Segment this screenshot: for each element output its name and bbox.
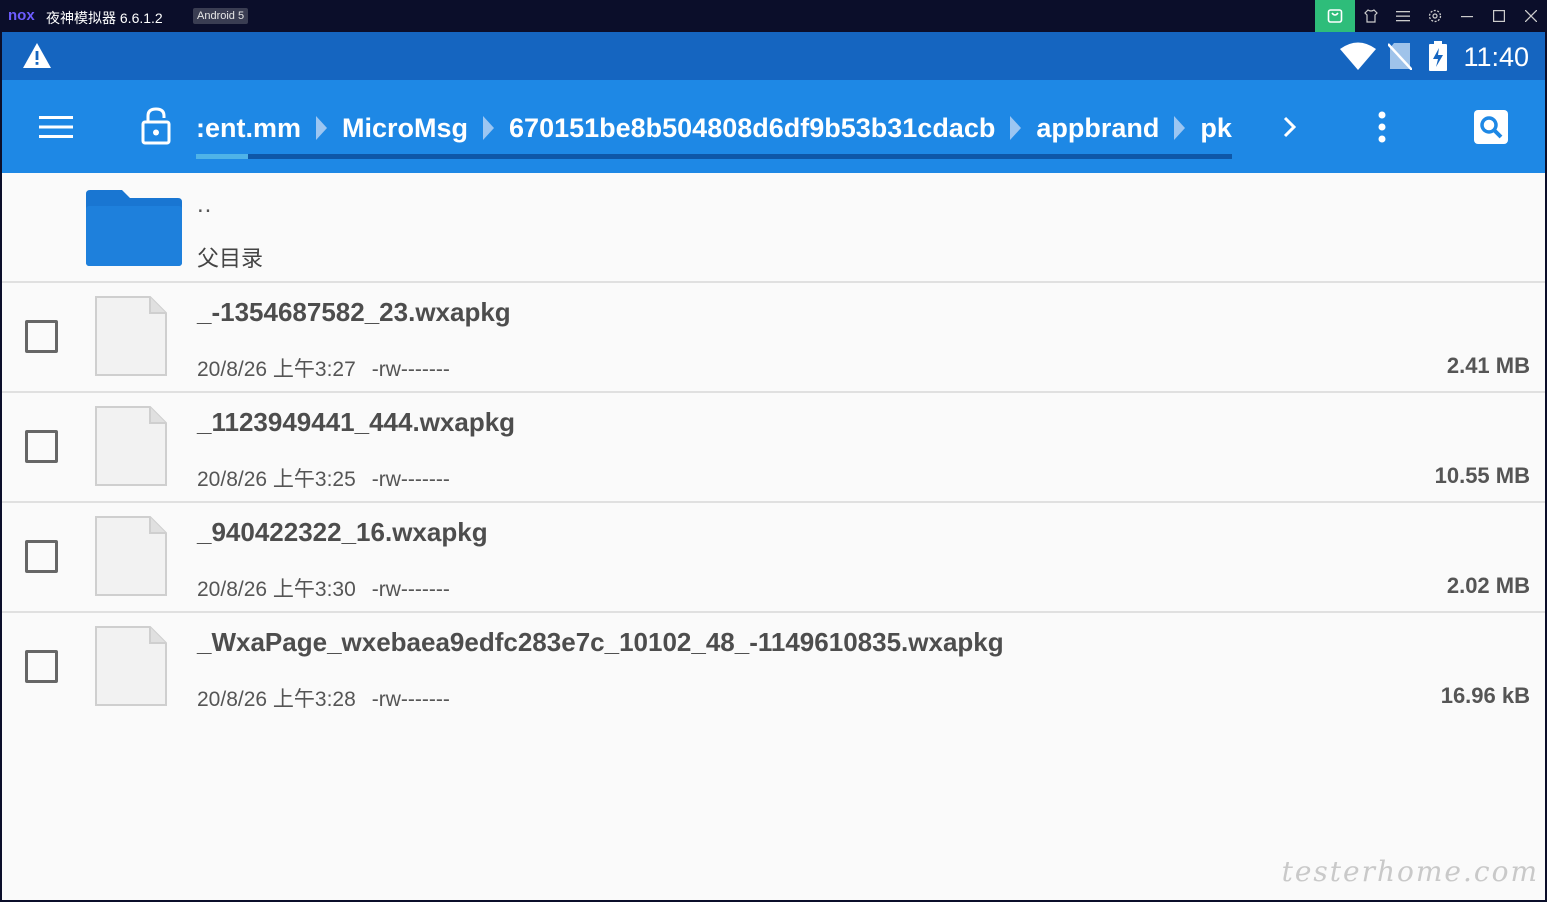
status-clock: 11:40 (1463, 42, 1529, 72)
folder-icon (86, 190, 182, 266)
maximize-button[interactable] (1483, 0, 1515, 32)
nox-logo: nox (8, 7, 35, 24)
file-row[interactable]: _-1354687582_23.wxapkg 20/8/26 上午3:27 -rw… (2, 283, 1545, 393)
android-screen: 11:40 :ent.mm MicroMsg 670151be8b504808d… (2, 32, 1545, 900)
close-icon (1525, 10, 1537, 22)
file-meta: 20/8/26 上午3:28 -rw------- (197, 683, 450, 713)
breadcrumb-separator-icon (1174, 116, 1186, 140)
breadcrumb-separator-icon (1010, 116, 1022, 140)
file-checkbox[interactable] (25, 320, 58, 353)
watermark: testerhome.com (1281, 855, 1539, 888)
file-name: _-1354687582_23.wxapkg (197, 297, 511, 327)
search-button[interactable] (1474, 110, 1508, 144)
breadcrumb-scroll-thumb[interactable] (196, 154, 248, 159)
file-permissions: -rw------- (371, 578, 450, 601)
gear-icon (1428, 9, 1442, 23)
file-permissions: -rw------- (371, 688, 450, 711)
emulator-title-bar: nox 夜神模拟器 6.6.1.2 Android 5 (0, 0, 1547, 32)
parent-directory-label: 父目录 (197, 246, 264, 271)
menu-icon (1396, 11, 1410, 22)
unlock-icon (141, 107, 171, 145)
no-sim-icon (1388, 43, 1412, 70)
file-date: 20/8/26 上午3:25 (197, 468, 356, 491)
shopping-bag-icon (1327, 9, 1343, 23)
warning-icon (23, 43, 51, 68)
file-size: 2.41 MB (1446, 353, 1530, 378)
file-permissions: -rw------- (371, 468, 450, 491)
file-row[interactable]: _WxaPage_wxebaea9edfc283e7c_10102_48_-11… (2, 613, 1545, 723)
breadcrumb-item[interactable]: appbrand (1036, 113, 1159, 144)
breadcrumb-item[interactable]: :ent.mm (196, 113, 301, 144)
file-permissions: -rw------- (371, 358, 450, 381)
file-name: _940422322_16.wxapkg (197, 517, 488, 547)
file-row[interactable]: _940422322_16.wxapkg 20/8/26 上午3:30 -rw--… (2, 503, 1545, 613)
file-icon (95, 626, 167, 706)
drawer-menu-button[interactable] (38, 113, 74, 141)
file-name: _WxaPage_wxebaea9edfc283e7c_10102_48_-11… (197, 627, 1004, 657)
breadcrumb-item[interactable]: 670151be8b504808d6df9b53b31cdacb (509, 113, 995, 144)
settings-button[interactable] (1419, 0, 1451, 32)
file-date: 20/8/26 上午3:30 (197, 578, 356, 601)
file-icon (95, 406, 167, 486)
search-icon (1474, 110, 1508, 144)
file-meta: 20/8/26 上午3:25 -rw------- (197, 463, 450, 493)
file-size: 10.55 MB (1434, 463, 1530, 488)
file-list: .. 父目录 _-1354687582_23.wxapkg 20/8/26 上午… (2, 173, 1545, 723)
app-store-button[interactable] (1315, 0, 1355, 32)
maximize-icon (1493, 10, 1505, 22)
parent-directory-row[interactable]: .. 父目录 (2, 173, 1545, 283)
android-version-badge: Android 5 (193, 8, 249, 24)
minimize-icon (1461, 16, 1473, 18)
file-date: 20/8/26 上午3:27 (197, 358, 356, 381)
file-date: 20/8/26 上午3:28 (197, 688, 356, 711)
file-icon (95, 296, 167, 376)
file-checkbox[interactable] (25, 540, 58, 573)
menu-button[interactable] (1387, 0, 1419, 32)
file-size: 16.96 kB (1440, 683, 1530, 708)
hamburger-icon (39, 116, 73, 138)
breadcrumb-forward-button[interactable] (1278, 112, 1302, 142)
root-access-button[interactable] (140, 106, 172, 146)
file-name: _1123949441_444.wxapkg (197, 407, 516, 437)
file-meta: 20/8/26 上午3:30 -rw------- (197, 573, 450, 603)
breadcrumb-item[interactable]: MicroMsg (342, 113, 468, 144)
more-vertical-icon (1378, 111, 1386, 143)
breadcrumb-separator-icon (316, 116, 328, 140)
chevron-right-icon (1283, 116, 1297, 138)
file-row[interactable]: _1123949441_444.wxapkg 20/8/26 上午3:25 -rw… (2, 393, 1545, 503)
file-meta: 20/8/26 上午3:27 -rw------- (197, 353, 450, 383)
shirt-icon (1364, 9, 1378, 23)
breadcrumb-item-current[interactable]: pkg (1200, 113, 1232, 144)
file-checkbox[interactable] (25, 430, 58, 463)
file-size: 2.02 MB (1446, 573, 1530, 598)
breadcrumb: :ent.mm MicroMsg 670151be8b504808d6df9b5… (196, 110, 1232, 146)
wifi-icon (1340, 42, 1376, 70)
file-manager-toolbar: :ent.mm MicroMsg 670151be8b504808d6df9b5… (2, 80, 1545, 173)
skin-button[interactable] (1355, 0, 1387, 32)
app-title: 夜神模拟器 6.6.1.2 (46, 10, 163, 26)
status-bar: 11:40 (2, 32, 1545, 80)
battery-charging-icon (1429, 41, 1447, 71)
parent-dots: .. (197, 191, 213, 218)
breadcrumb-scrollbar[interactable] (196, 154, 1232, 159)
file-checkbox[interactable] (25, 650, 58, 683)
close-button[interactable] (1515, 0, 1547, 32)
file-icon (95, 516, 167, 596)
overflow-menu-button[interactable] (1370, 108, 1394, 146)
breadcrumb-separator-icon (483, 116, 495, 140)
minimize-button[interactable] (1451, 0, 1483, 32)
